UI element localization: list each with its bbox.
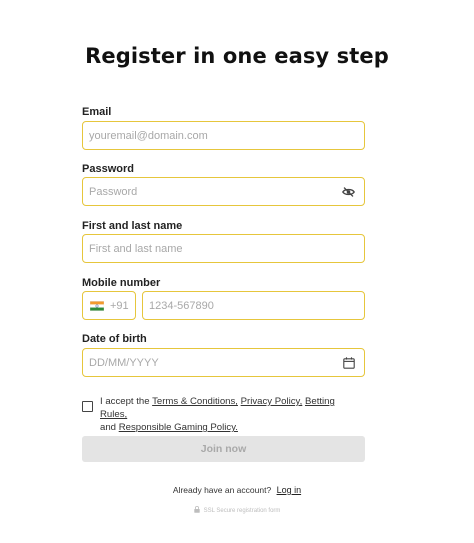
dob-input[interactable] — [89, 349, 329, 376]
email-input[interactable] — [89, 122, 329, 149]
secure-text: SSL Secure registration form — [203, 508, 281, 514]
terms-link[interactable]: Terms & Conditions, — [152, 396, 238, 407]
full-name-label: First and last name — [82, 220, 183, 232]
india-flag-icon — [90, 301, 104, 311]
page-title: Register in one easy step — [85, 44, 389, 68]
privacy-link[interactable]: Privacy Policy, — [241, 396, 303, 407]
password-field-box — [82, 177, 365, 206]
mobile-input[interactable] — [149, 292, 389, 319]
responsible-gaming-link[interactable]: Responsible Gaming Policy. — [119, 422, 238, 433]
full-name-field-box — [82, 234, 365, 263]
login-link[interactable]: Log in — [277, 485, 302, 495]
country-code-select[interactable]: +91 — [82, 291, 136, 320]
consent-checkbox[interactable] — [82, 401, 93, 412]
email-label: Email — [82, 106, 112, 118]
consent-text: I accept the Terms & Conditions, Privacy… — [100, 395, 362, 434]
lock-icon — [193, 506, 200, 513]
mobile-field-box — [142, 291, 389, 320]
already-text: Already have an account? — [172, 485, 272, 495]
consent-prefix: I accept the — [100, 396, 150, 407]
mobile-label: Mobile number — [82, 277, 161, 289]
password-input[interactable] — [89, 178, 329, 205]
full-name-input[interactable] — [89, 235, 329, 262]
dob-field-box — [82, 348, 365, 377]
secure-note: SSL Secure registration form — [0, 506, 474, 514]
password-label: Password — [82, 163, 134, 175]
login-prompt: Already have an account? Log in — [0, 485, 474, 495]
email-field-box — [82, 121, 365, 150]
join-now-button[interactable]: Join now — [82, 436, 365, 462]
country-code: +91 — [110, 300, 129, 312]
calendar-icon[interactable] — [343, 357, 355, 369]
eye-off-icon[interactable] — [342, 186, 355, 198]
dob-label: Date of birth — [82, 333, 147, 345]
consent-and: and — [100, 422, 117, 433]
